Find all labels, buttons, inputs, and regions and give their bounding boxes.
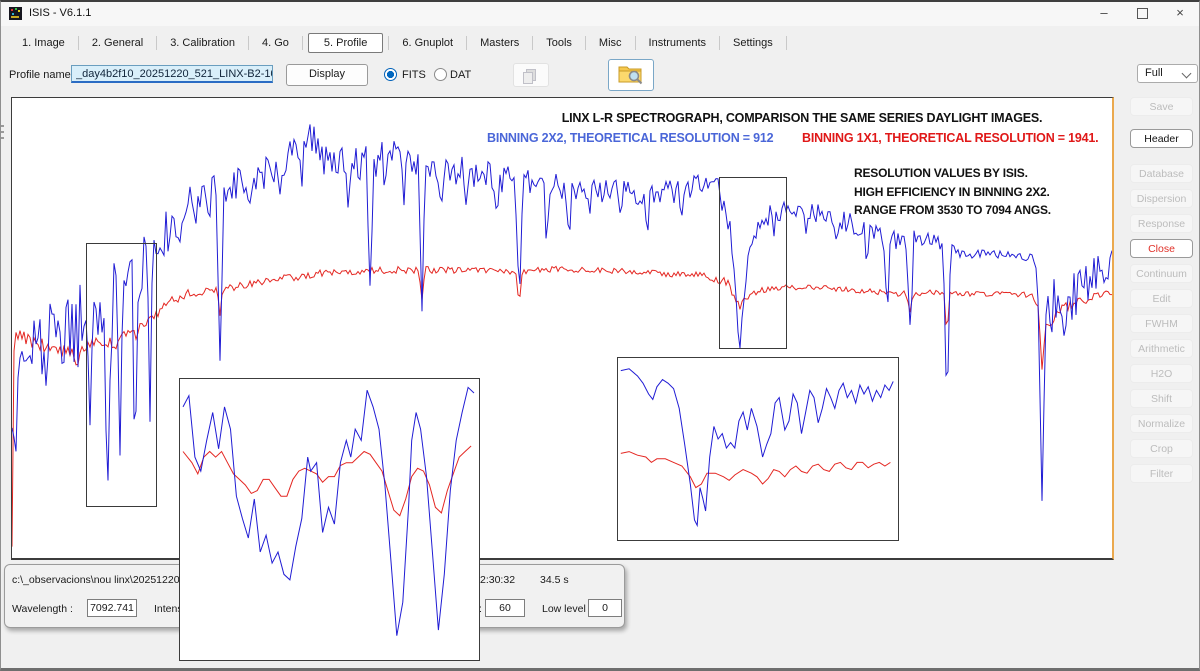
profile-name-input[interactable] <box>71 65 273 83</box>
wavelength-value: 7092.741 <box>87 599 137 617</box>
zoom-inset-bottom <box>179 378 480 661</box>
tab-gnuplot[interactable]: 6. Gnuplot <box>389 34 466 52</box>
save-button: Save <box>1130 97 1193 116</box>
filter-button: Filter <box>1130 464 1193 483</box>
chart-note-line: HIGH EFFICIENCY IN BINNING 2X2. <box>854 183 1051 202</box>
folder-search-icon <box>618 63 644 85</box>
exposure-time: 34.5 s <box>540 574 569 586</box>
zoom-inset-right-curves <box>618 358 896 538</box>
browse-files-button[interactable] <box>608 59 654 91</box>
dat-radio[interactable] <box>434 68 447 81</box>
chart-legend-binning1x1: BINNING 1X1, THEORETICAL RESOLUTION = 19… <box>802 131 1098 145</box>
zoom-inset-right <box>617 357 899 541</box>
chevron-down-icon <box>1182 69 1192 79</box>
fits-radio[interactable] <box>384 68 397 81</box>
normalize-button: Normalize <box>1130 414 1193 433</box>
tab-calibration[interactable]: 3. Calibration <box>157 34 248 52</box>
isis-window: ISIS - V6.1.1 – × 1. Image 2. General 3.… <box>0 0 1200 671</box>
tab-separator <box>302 36 303 50</box>
edit-button: Edit <box>1130 289 1193 308</box>
tab-general[interactable]: 2. General <box>79 34 156 52</box>
crop-button: Crop <box>1130 439 1193 458</box>
tab-profile[interactable]: 5. Profile <box>308 33 383 53</box>
shift-button: Shift <box>1130 389 1193 408</box>
tab-image[interactable]: 1. Image <box>9 34 78 52</box>
dispersion-button: Dispersion <box>1130 189 1193 208</box>
continuum-button: Continuum <box>1130 264 1193 283</box>
high-level-input[interactable]: 60 <box>485 599 525 617</box>
status-time: 2:30:32 <box>480 574 515 586</box>
copy-profile-button[interactable] <box>513 63 549 87</box>
tab-go[interactable]: 4. Go <box>249 34 302 52</box>
selection-rectangle-2 <box>719 177 787 349</box>
tab-instruments[interactable]: Instruments <box>636 34 719 52</box>
wavelength-label: Wavelength : <box>12 603 73 615</box>
minimize-icon: – <box>1100 5 1107 20</box>
chart-legend-binning2x2: BINNING 2X2, THEORETICAL RESOLUTION = 91… <box>487 131 773 145</box>
fwhm-button: FWHM <box>1130 314 1193 333</box>
display-range-value: Full <box>1145 67 1163 79</box>
response-button: Response <box>1130 214 1193 233</box>
close-profile-button[interactable]: Close <box>1130 239 1193 258</box>
h2o-button: H2O <box>1130 364 1193 383</box>
selection-rectangle-1 <box>86 243 157 507</box>
minimize-button[interactable]: – <box>1085 2 1123 25</box>
chart-note-line: RANGE FROM 3530 TO 7094 ANGS. <box>854 201 1051 220</box>
tab-separator <box>786 36 787 50</box>
tab-tools[interactable]: Tools <box>533 34 585 52</box>
zoom-inset-bottom-curves <box>180 379 477 658</box>
chart-notes: RESOLUTION VALUES BY ISIS. HIGH EFFICIEN… <box>854 164 1051 220</box>
low-level-label: Low level : <box>542 603 592 615</box>
database-button: Database <box>1130 164 1193 183</box>
spectrum-plot-area[interactable]: LINX L-R SPECTROGRAPH, COMPARISON THE SA… <box>11 97 1114 560</box>
low-level-input[interactable]: 0 <box>588 599 622 617</box>
maximize-icon <box>1137 8 1148 19</box>
copy-icon <box>526 69 536 81</box>
display-range-select[interactable]: Full <box>1137 64 1198 83</box>
arithmetic-button: Arithmetic <box>1130 339 1193 358</box>
dat-radio-label[interactable]: DAT <box>450 69 471 81</box>
chart-title: LINX L-R SPECTROGRAPH, COMPARISON THE SA… <box>492 111 1112 125</box>
tab-settings[interactable]: Settings <box>720 34 786 52</box>
maximize-button[interactable] <box>1123 2 1161 25</box>
app-icon <box>9 7 22 20</box>
title-bar: ISIS - V6.1.1 – × <box>1 2 1199 26</box>
window-title: ISIS - V6.1.1 <box>29 7 91 19</box>
splitter-handle[interactable] <box>1 125 4 143</box>
close-icon: × <box>1176 5 1184 20</box>
chart-note-line: RESOLUTION VALUES BY ISIS. <box>854 164 1051 183</box>
display-button[interactable]: Display <box>286 64 368 86</box>
header-button[interactable]: Header <box>1130 129 1193 148</box>
tab-bar: 1. Image 2. General 3. Calibration 4. Go… <box>9 31 787 54</box>
profile-name-label: Profile name : <box>9 69 77 81</box>
tab-masters[interactable]: Masters <box>467 34 532 52</box>
fits-radio-label[interactable]: FITS <box>402 69 426 81</box>
tab-misc[interactable]: Misc <box>586 34 635 52</box>
close-button[interactable]: × <box>1161 2 1199 25</box>
